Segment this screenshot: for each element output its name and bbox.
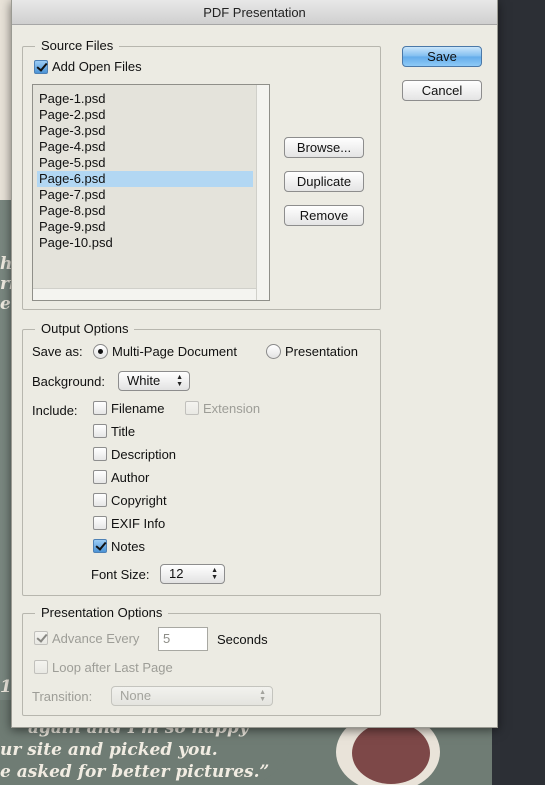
- dialog-title: PDF Presentation: [12, 0, 497, 25]
- advance-every-label: Advance Every: [52, 631, 140, 646]
- extension-label: Extension: [203, 401, 261, 416]
- save-as-label: Save as:: [32, 344, 83, 359]
- font-size-select[interactable]: 12 ▲ ▼: [160, 564, 225, 584]
- advance-every-checkbox[interactable]: [34, 631, 48, 645]
- include-label: Include:: [32, 403, 78, 418]
- background-select[interactable]: White ▲ ▼: [118, 371, 190, 391]
- file-item[interactable]: Page-8.psd: [37, 203, 253, 219]
- file-item[interactable]: Page-3.psd: [37, 123, 253, 139]
- title-label: Title: [111, 424, 136, 439]
- transition-select[interactable]: None ▲ ▼: [111, 686, 273, 706]
- background-select-value: White: [127, 373, 161, 388]
- background-label: Background:: [32, 374, 105, 389]
- exif-info-checkbox[interactable]: [93, 516, 107, 530]
- output-options-title: Output Options: [35, 321, 135, 337]
- description-label: Description: [111, 447, 177, 462]
- copyright-label: Copyright: [111, 493, 167, 508]
- transition-select-value: None: [120, 688, 152, 703]
- add-open-files-label: Add Open Files: [52, 59, 142, 74]
- file-list-vertical-scrollbar[interactable]: [256, 85, 269, 300]
- browse-button[interactable]: Browse...: [284, 137, 364, 158]
- extension-checkbox[interactable]: [185, 401, 199, 415]
- multi-page-document-radio[interactable]: [93, 344, 108, 359]
- advance-seconds-input[interactable]: 5: [158, 627, 208, 651]
- document-logo-mark: [352, 722, 430, 784]
- document-quote-line: ur site and picked you.: [0, 740, 218, 760]
- notes-checkbox[interactable]: [93, 539, 107, 553]
- remove-button[interactable]: Remove: [284, 205, 364, 226]
- source-files-title: Source Files: [35, 38, 120, 54]
- loop-after-last-page-checkbox[interactable]: [34, 660, 48, 674]
- author-label: Author: [111, 470, 150, 485]
- presentation-radio[interactable]: [266, 344, 281, 359]
- save-button[interactable]: Save: [402, 46, 482, 67]
- filename-label: Filename: [111, 401, 165, 416]
- file-item[interactable]: Page-1.psd: [37, 91, 253, 107]
- duplicate-button[interactable]: Duplicate: [284, 171, 364, 192]
- workspace-dark-area: [500, 0, 545, 785]
- copyright-checkbox[interactable]: [93, 493, 107, 507]
- file-item[interactable]: Page-5.psd: [37, 155, 253, 171]
- file-item[interactable]: Page-2.psd: [37, 107, 253, 123]
- title-checkbox[interactable]: [93, 424, 107, 438]
- chevron-updown-icon: ▲ ▼: [176, 374, 183, 388]
- seconds-label: Seconds: [217, 632, 268, 647]
- font-size-label: Font Size:: [91, 567, 150, 582]
- exif-info-label: EXIF Info: [111, 516, 166, 531]
- file-item[interactable]: Page-4.psd: [37, 139, 253, 155]
- chevron-updown-icon: ▲ ▼: [211, 567, 218, 581]
- transition-label: Transition:: [32, 689, 93, 704]
- file-list[interactable]: Page-1.psd Page-2.psd Page-3.psd Page-4.…: [32, 84, 270, 301]
- file-item[interactable]: Page-9.psd: [37, 219, 253, 235]
- notes-label: Notes: [111, 539, 145, 554]
- author-checkbox[interactable]: [93, 470, 107, 484]
- file-items: Page-1.psd Page-2.psd Page-3.psd Page-4.…: [37, 91, 253, 251]
- loop-after-last-page-label: Loop after Last Page: [52, 660, 173, 675]
- description-checkbox[interactable]: [93, 447, 107, 461]
- cancel-button[interactable]: Cancel: [402, 80, 482, 101]
- font-size-select-value: 12: [169, 566, 184, 581]
- add-open-files-checkbox[interactable]: [34, 60, 48, 74]
- multi-page-document-label: Multi-Page Document: [112, 344, 237, 359]
- chevron-updown-icon: ▲ ▼: [259, 689, 266, 703]
- file-item-selected[interactable]: Page-6.psd: [37, 171, 253, 187]
- output-options-group: Output Options: [22, 321, 381, 596]
- pdf-presentation-dialog: PDF Presentation Source Files Add Open F…: [11, 0, 498, 728]
- presentation-options-title: Presentation Options: [35, 605, 169, 621]
- file-list-horizontal-scrollbar[interactable]: [33, 288, 256, 300]
- file-item[interactable]: Page-7.psd: [37, 187, 253, 203]
- document-quote-line: e asked for better pictures.”: [0, 762, 270, 782]
- presentation-label: Presentation: [285, 344, 358, 359]
- filename-checkbox[interactable]: [93, 401, 107, 415]
- file-item[interactable]: Page-10.psd: [37, 235, 253, 251]
